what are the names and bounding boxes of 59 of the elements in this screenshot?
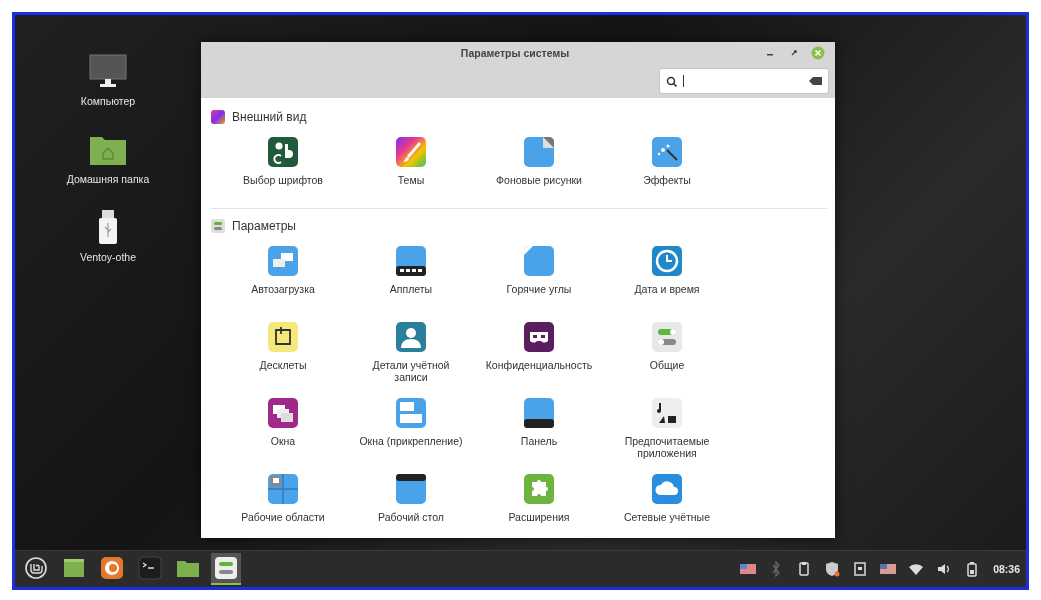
settings-item[interactable]: Окна: [219, 391, 347, 463]
window-icon: [62, 556, 86, 580]
settings-item[interactable]: Фоновые рисунки: [475, 130, 603, 202]
window-title: Параметры системы: [460, 47, 570, 59]
cloud-icon: [651, 473, 683, 505]
panel-icon: [523, 397, 555, 429]
windows-icon: [267, 397, 299, 429]
settings-item[interactable]: Общие: [603, 315, 731, 387]
workspaces-grid-icon: [267, 473, 299, 505]
terminal-icon: [138, 556, 162, 580]
close-icon: [811, 46, 825, 60]
shield-icon: [823, 560, 842, 578]
settings-item[interactable]: Конфиденциальность: [475, 315, 603, 387]
sparkle-wand-icon: [651, 136, 683, 168]
settings-item[interactable]: Рабочие области: [219, 467, 347, 538]
windows-stack-icon: [267, 245, 299, 277]
screen-corner-icon: [523, 245, 555, 277]
clock-icon: [651, 245, 683, 277]
settings-item[interactable]: Автозагрузка: [219, 239, 347, 311]
settings-item[interactable]: Рабочий стол: [347, 467, 475, 538]
toggle-switches-icon: [651, 321, 683, 353]
restore-icon: [789, 48, 799, 58]
mask-icon: [523, 321, 555, 353]
search-icon: [666, 75, 677, 87]
clock[interactable]: 08:36: [993, 563, 1020, 575]
palette-brush-icon: [395, 136, 427, 168]
sticky-note-icon: [267, 321, 299, 353]
settings-item[interactable]: Выбор шрифтов: [219, 130, 347, 202]
music-note-icon: [651, 397, 683, 429]
settings-item[interactable]: Темы: [347, 130, 475, 202]
settings-item[interactable]: Панель: [475, 391, 603, 463]
wallpaper-page-icon: [523, 136, 555, 168]
puzzle-icon: [523, 473, 555, 505]
settings-item[interactable]: Десклеты: [219, 315, 347, 387]
section-title: Внешний вид: [232, 110, 307, 124]
settings-item[interactable]: Окна (прикрепление): [347, 391, 475, 463]
desktop-icon: [395, 473, 427, 505]
settings-item[interactable]: Эффекты: [603, 130, 731, 202]
settings-item[interactable]: Горячие углы: [475, 239, 603, 311]
settings-item[interactable]: Апплеты: [347, 239, 475, 311]
toggle-switches-icon: [211, 219, 225, 233]
search-field[interactable]: [659, 68, 829, 94]
clear-icon: [809, 76, 822, 86]
font-letters-icon: [267, 136, 299, 168]
color-square-icon: [211, 110, 225, 124]
settings-item[interactable]: Предпочитаемые приложения: [603, 391, 731, 463]
settings-item[interactable]: Дата и время: [603, 239, 731, 311]
settings-item[interactable]: Детали учётной записи: [347, 315, 475, 387]
settings-item[interactable]: Сетевые учётные: [603, 467, 731, 538]
browser-icon: [100, 556, 124, 580]
tiled-windows-icon: [395, 397, 427, 429]
section-title: Параметры: [232, 219, 296, 233]
mint-logo-icon: [24, 556, 48, 580]
user-icon: [395, 321, 427, 353]
monitor-icon: [88, 53, 128, 89]
app-launcher[interactable]: [211, 553, 241, 585]
panel-applets-icon: [395, 245, 427, 277]
toggle-switches-icon: [214, 556, 238, 580]
settings-item[interactable]: Расширения: [475, 467, 603, 538]
